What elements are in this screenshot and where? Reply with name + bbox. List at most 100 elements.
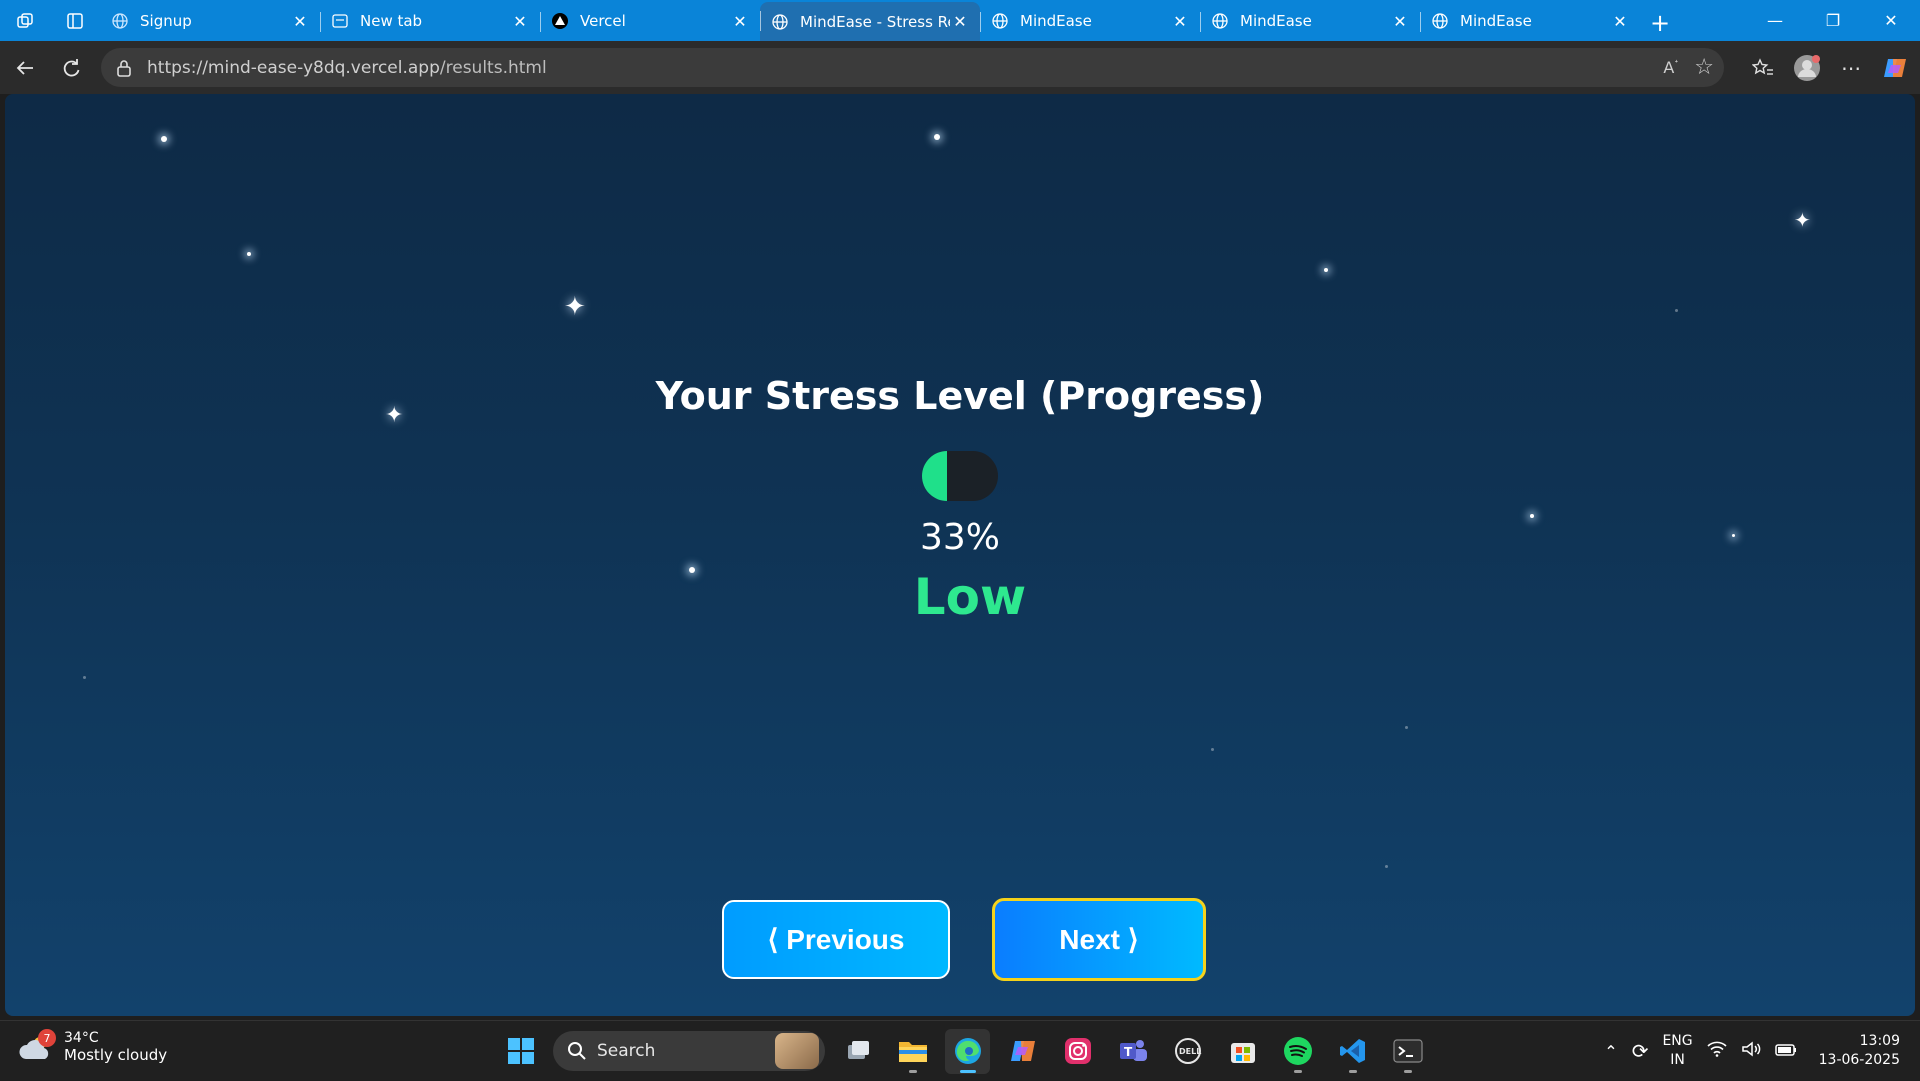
tab-new-tab[interactable]: New tab ✕ bbox=[320, 3, 540, 39]
tab-mindease[interactable]: MindEase ✕ bbox=[1200, 3, 1420, 39]
lock-icon[interactable] bbox=[113, 59, 135, 77]
sync-icon[interactable]: ⟳ bbox=[1632, 1039, 1649, 1063]
tab-title: MindEase - Stress Res bbox=[800, 12, 950, 31]
vercel-icon bbox=[550, 11, 570, 31]
more-options-icon[interactable]: ⋯ bbox=[1836, 53, 1866, 83]
taskbar-search-input[interactable]: Search bbox=[553, 1031, 825, 1071]
spotify-icon[interactable] bbox=[1275, 1029, 1320, 1074]
next-button[interactable]: Next ⟩ bbox=[992, 898, 1206, 981]
close-tab-icon[interactable]: ✕ bbox=[290, 12, 310, 31]
close-tab-icon[interactable]: ✕ bbox=[1390, 12, 1410, 31]
globe-icon bbox=[110, 11, 130, 31]
sparkle-star-decoration: ✦ bbox=[1794, 208, 1811, 232]
weather-widget[interactable]: 7 34°C Mostly cloudy bbox=[18, 1029, 167, 1065]
dell-icon[interactable]: DELL bbox=[1165, 1029, 1210, 1074]
tab-mindease[interactable]: MindEase ✕ bbox=[980, 3, 1200, 39]
refresh-icon[interactable] bbox=[48, 48, 94, 88]
file-explorer-icon[interactable] bbox=[890, 1029, 935, 1074]
star-decoration bbox=[161, 136, 167, 142]
star-decoration bbox=[1675, 309, 1678, 312]
running-indicator bbox=[1403, 1069, 1412, 1073]
search-placeholder: Search bbox=[597, 1041, 656, 1061]
teams-icon[interactable]: T bbox=[1110, 1029, 1155, 1074]
microsoft-store-icon[interactable] bbox=[1220, 1029, 1265, 1074]
tab-actions-icon[interactable] bbox=[50, 0, 100, 41]
globe-icon bbox=[1430, 11, 1450, 31]
star-decoration bbox=[934, 134, 940, 140]
terminal-icon[interactable] bbox=[1385, 1029, 1430, 1074]
tab-title: MindEase bbox=[1460, 12, 1532, 30]
tab-list: Signup ✕ New tab ✕ Vercel ✕ MindEase - S… bbox=[100, 0, 1680, 41]
wifi-icon[interactable] bbox=[1707, 1041, 1727, 1061]
stress-progress-fill bbox=[922, 451, 948, 501]
tab-signup[interactable]: Signup ✕ bbox=[100, 3, 320, 39]
taskbar-apps: Search T DELL bbox=[498, 1027, 1430, 1075]
favorites-list-icon[interactable] bbox=[1748, 53, 1778, 83]
star-decoration bbox=[1385, 865, 1388, 868]
search-icon bbox=[568, 1042, 586, 1060]
running-indicator bbox=[1293, 1069, 1302, 1073]
close-tab-icon[interactable]: ✕ bbox=[950, 12, 970, 31]
url-text[interactable]: https://mind-ease-y8dq.vercel.app/result… bbox=[147, 58, 547, 78]
show-hidden-icons-chevron-icon[interactable]: ⌃ bbox=[1604, 1042, 1617, 1061]
close-tab-icon[interactable]: ✕ bbox=[1610, 12, 1630, 31]
star-decoration bbox=[1324, 268, 1328, 272]
edge-browser-icon[interactable] bbox=[945, 1028, 990, 1074]
star-decoration bbox=[247, 252, 251, 256]
close-window-icon[interactable]: ✕ bbox=[1862, 0, 1920, 41]
svg-text:T: T bbox=[1124, 1045, 1133, 1059]
volume-icon[interactable] bbox=[1741, 1041, 1761, 1061]
minimize-icon[interactable]: — bbox=[1746, 0, 1804, 41]
search-highlight-icon bbox=[775, 1033, 819, 1069]
cloud-weather-icon: 7 bbox=[18, 1029, 56, 1065]
star-decoration bbox=[1405, 726, 1408, 729]
task-view-icon[interactable] bbox=[835, 1029, 880, 1074]
previous-button[interactable]: ⟨ Previous bbox=[722, 900, 950, 979]
tab-title: Signup bbox=[140, 12, 192, 30]
language-code: ENG bbox=[1662, 1033, 1693, 1049]
results-page: ✦ ✦ ✦ Your Stress Level (Progress) 33% L… bbox=[5, 94, 1915, 1016]
address-bar[interactable]: https://mind-ease-y8dq.vercel.app/result… bbox=[101, 48, 1724, 87]
copilot-app-icon[interactable] bbox=[1000, 1029, 1045, 1074]
windows-start-icon[interactable] bbox=[498, 1029, 543, 1074]
battery-icon[interactable] bbox=[1774, 1042, 1797, 1061]
system-clock[interactable]: 13:09 13-06-2025 bbox=[1819, 1032, 1900, 1070]
tab-title: New tab bbox=[360, 12, 423, 30]
weather-temperature: 34°C bbox=[64, 1030, 99, 1046]
close-tab-icon[interactable]: ✕ bbox=[1170, 12, 1190, 31]
sparkle-star-decoration: ✦ bbox=[564, 292, 586, 322]
newtab-icon bbox=[330, 11, 350, 31]
close-tab-icon[interactable]: ✕ bbox=[730, 12, 750, 31]
globe-icon bbox=[990, 11, 1010, 31]
tab-mindease[interactable]: MindEase ✕ bbox=[1420, 3, 1640, 39]
windows-taskbar: 7 34°C Mostly cloudy Search T DELL ⌃ ⟳ E… bbox=[0, 1020, 1920, 1080]
restore-icon[interactable]: ❐ bbox=[1804, 0, 1862, 41]
stress-percent: 33% bbox=[919, 517, 1000, 558]
vscode-icon[interactable] bbox=[1330, 1029, 1375, 1074]
copilot-icon[interactable] bbox=[1880, 53, 1910, 83]
browser-tab-strip: Signup ✕ New tab ✕ Vercel ✕ MindEase - S… bbox=[0, 0, 1920, 41]
instagram-icon[interactable] bbox=[1055, 1029, 1100, 1074]
weather-alert-badge: 7 bbox=[38, 1029, 56, 1047]
input-language-indicator[interactable]: ENG IN bbox=[1662, 1032, 1692, 1070]
globe-icon bbox=[1210, 11, 1230, 31]
workspaces-icon[interactable] bbox=[0, 0, 50, 41]
running-indicator bbox=[959, 1069, 976, 1073]
running-indicator bbox=[908, 1069, 917, 1073]
running-indicator bbox=[1348, 1069, 1357, 1073]
favorite-star-icon[interactable]: ☆ bbox=[1694, 55, 1714, 80]
profile-avatar-icon[interactable] bbox=[1792, 53, 1822, 83]
read-aloud-icon[interactable]: Aᐩ bbox=[1663, 58, 1678, 77]
close-tab-icon[interactable]: ✕ bbox=[510, 12, 530, 31]
new-tab-plus-icon[interactable]: + bbox=[1640, 5, 1680, 41]
stress-progress-meter bbox=[922, 451, 998, 501]
tab-mindease-results[interactable]: MindEase - Stress Res ✕ bbox=[760, 2, 980, 41]
tab-vercel[interactable]: Vercel ✕ bbox=[540, 3, 760, 39]
url-host: https://mind-ease-y8dq.vercel.app bbox=[147, 57, 440, 78]
next-button-label: Next ⟩ bbox=[1059, 924, 1139, 955]
system-tray: ⌃ ⟳ ENG IN 13:09 13-06-2025 bbox=[1604, 1021, 1900, 1081]
globe-icon bbox=[770, 12, 790, 32]
page-title: Your Stress Level (Progress) bbox=[655, 374, 1265, 418]
back-arrow-icon[interactable] bbox=[2, 48, 48, 88]
language-region: IN bbox=[1670, 1052, 1685, 1068]
